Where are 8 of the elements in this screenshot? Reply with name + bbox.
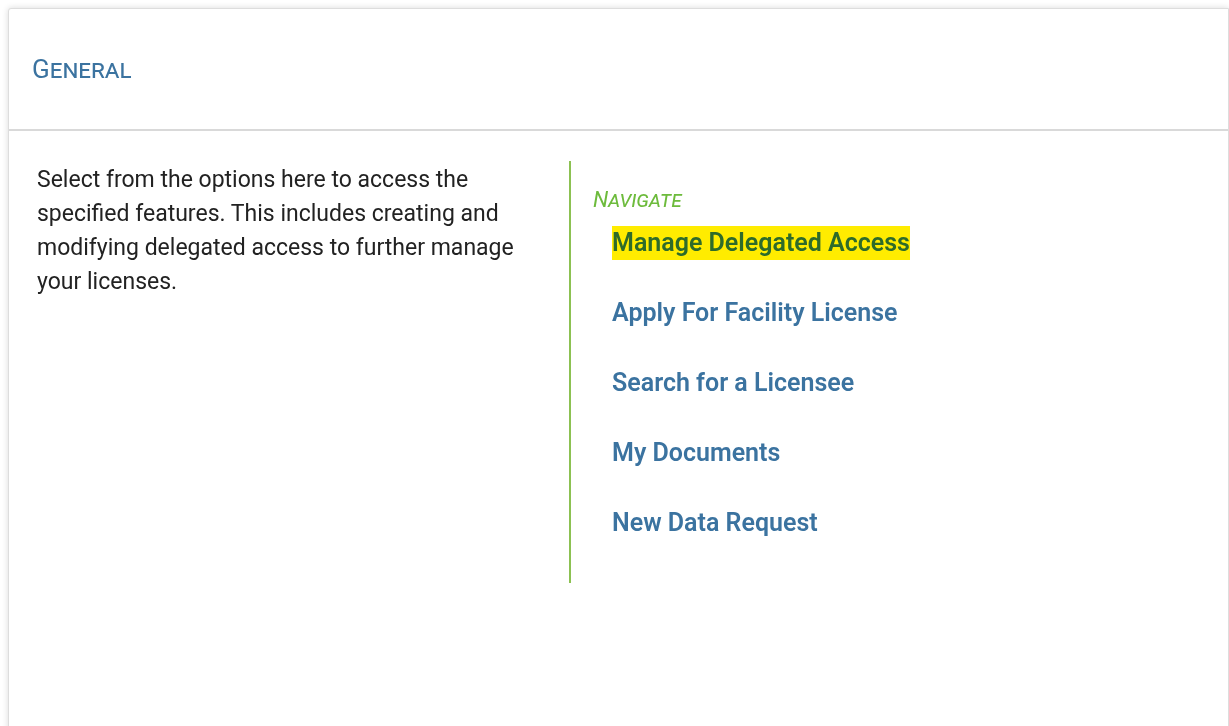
navigate-link[interactable]: My Documents	[612, 436, 781, 470]
navigate-link[interactable]: New Data Request	[612, 506, 818, 540]
navigate-link[interactable]: Manage Delegated Access	[612, 226, 910, 260]
panel-title: General	[32, 52, 132, 86]
navigate-link[interactable]: Search for a Licensee	[612, 366, 855, 400]
navigate-link[interactable]: Apply For Facility License	[612, 296, 898, 330]
description-text: Select from the options here to access the specified features. This includes creating and modifying delegated access to further manage your licenses.	[36, 165, 515, 297]
navigate-heading: Navigate	[593, 186, 684, 214]
